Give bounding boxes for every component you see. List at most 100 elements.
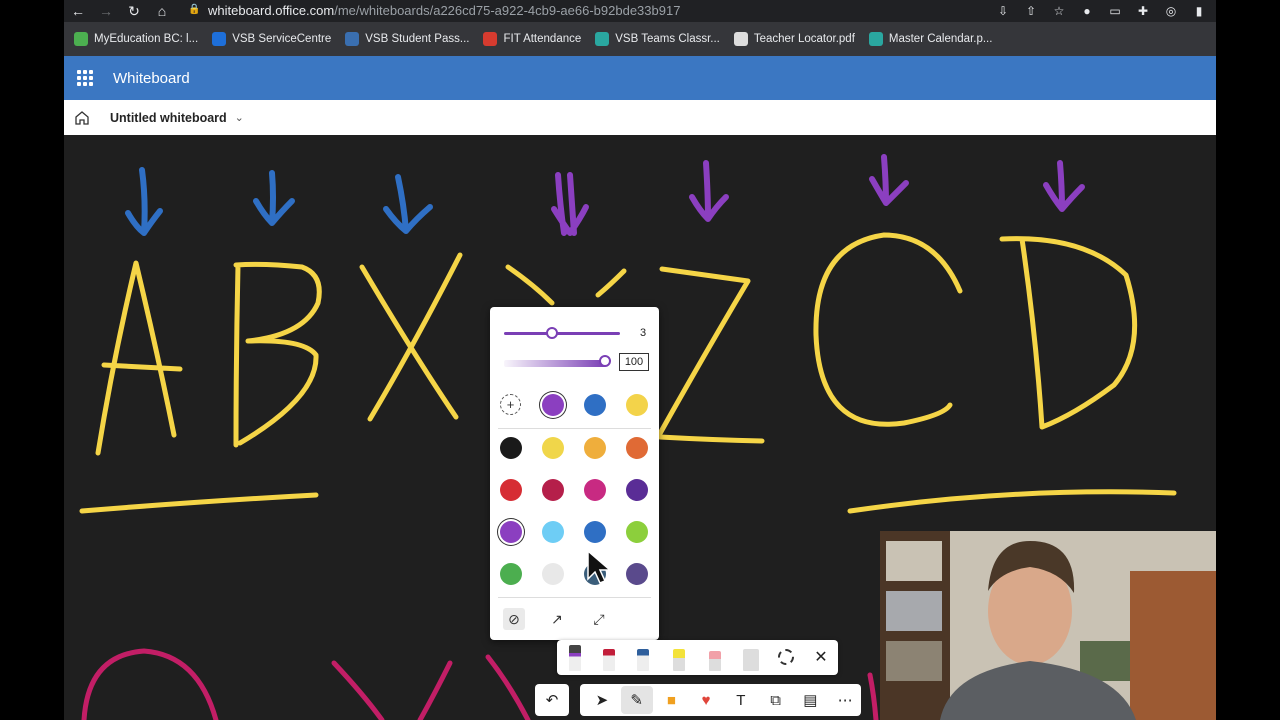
arrow-end-icon[interactable]: ↗	[546, 608, 568, 630]
home-icon[interactable]	[74, 110, 90, 126]
purple-arrows	[551, 154, 1085, 236]
no-arrow-icon[interactable]: ⊘	[503, 608, 525, 630]
document-title[interactable]: Untitled whiteboard	[110, 111, 227, 125]
bookmark-item[interactable]: VSB Teams Classr...	[595, 32, 720, 46]
mouse-cursor-icon	[587, 549, 612, 584]
palette-color-swatch[interactable]	[500, 437, 522, 459]
underline-left	[79, 492, 319, 514]
sidebar-icon[interactable]: ▮	[1188, 1, 1210, 21]
palette-color-swatch[interactable]	[584, 437, 606, 459]
ink-stroke	[125, 167, 163, 236]
install-icon[interactable]: ⇩	[992, 1, 1014, 21]
ink-stroke	[253, 170, 295, 226]
pen-size-slider-track[interactable]	[504, 332, 620, 335]
recent-color-swatch[interactable]	[584, 394, 606, 416]
select-icon[interactable]: ➤	[586, 686, 618, 714]
recent-color-swatch[interactable]	[626, 394, 648, 416]
ink-stroke	[869, 154, 909, 206]
app-launcher-icon[interactable]	[77, 70, 93, 86]
palette-color-swatch[interactable]	[500, 479, 522, 501]
opacity-slider-thumb[interactable]	[599, 355, 611, 367]
bookmark-favicon-icon	[212, 32, 227, 46]
bookmark-favicon-icon	[74, 32, 88, 46]
lasso-select-icon[interactable]	[778, 649, 794, 665]
text-icon[interactable]: T	[725, 686, 757, 714]
palette-color-swatch[interactable]	[584, 521, 606, 543]
palette-color-swatch[interactable]	[542, 479, 564, 501]
red-pen-icon[interactable]	[603, 649, 615, 671]
ink-settings-panel: 3 100 + ⊘ ↗ ⤢	[490, 307, 659, 640]
back-icon[interactable]: ←	[64, 0, 92, 22]
palette-color-swatch[interactable]	[626, 479, 648, 501]
palette-color-swatch[interactable]	[584, 479, 606, 501]
extensions-puzzle-icon[interactable]: ✚	[1132, 1, 1154, 21]
chevron-down-icon[interactable]: ⌄	[235, 111, 244, 124]
bookmark-item[interactable]: VSB Student Pass...	[345, 32, 469, 46]
templates-icon[interactable]: ▤	[795, 686, 827, 714]
palette-color-swatch[interactable]	[500, 563, 522, 585]
add-color-icon[interactable]: +	[500, 394, 521, 415]
webcam-image	[880, 531, 1216, 720]
extension-2-icon[interactable]: ▭	[1104, 1, 1126, 21]
sticky-note-icon[interactable]: ■	[656, 686, 688, 714]
address-bar[interactable]: 🔒 whiteboard.office.com/me/whiteboards/a…	[188, 0, 1088, 20]
palette-color-swatch[interactable]	[626, 437, 648, 459]
undo-icon[interactable]: ↶	[535, 684, 569, 716]
arrow-both-icon[interactable]: ⤢	[588, 608, 610, 630]
palette-color-swatch[interactable]	[542, 521, 564, 543]
shapes-icon[interactable]: ⧉	[760, 686, 792, 714]
reaction-icon[interactable]: ♥	[690, 686, 722, 714]
ink-stroke	[551, 172, 589, 236]
letterbox-left	[0, 0, 64, 720]
bookmark-item[interactable]: VSB ServiceCentre	[212, 32, 331, 46]
bookmark-label: FIT Attendance	[503, 33, 582, 45]
url-text: whiteboard.office.com/me/whiteboards/a22…	[208, 3, 680, 18]
palette-color-swatch[interactable]	[626, 563, 648, 585]
palette-color-swatch[interactable]	[542, 437, 564, 459]
bookmark-star-icon[interactable]: ☆	[1048, 1, 1070, 21]
share-icon[interactable]: ⇧	[1020, 1, 1042, 21]
pen-size-slider-thumb[interactable]	[546, 327, 558, 339]
home-icon[interactable]: ⌂	[148, 0, 176, 22]
app-name[interactable]: Whiteboard	[113, 70, 190, 87]
pen-tray: ✕	[557, 640, 838, 675]
more-icon[interactable]: ⋯	[829, 686, 861, 714]
bookmark-item[interactable]: FIT Attendance	[483, 32, 581, 46]
bookmark-favicon-icon	[345, 32, 360, 46]
recent-color-swatch[interactable]	[542, 394, 564, 416]
bookmarks-bar: MyEducation BC: l... VSB ServiceCentre VSB…	[64, 22, 1216, 56]
extension-3-icon[interactable]: ◎	[1160, 1, 1182, 21]
browser-actions: ⇩ ⇧ ☆ ● ▭ ✚ ◎ ▮	[992, 0, 1210, 22]
letter-Z	[655, 266, 765, 444]
ink-icon[interactable]: ✎	[620, 686, 653, 714]
bookmark-label: VSB ServiceCentre	[232, 33, 332, 45]
document-bar: Untitled whiteboard ⌄	[64, 100, 1216, 135]
letter-D	[999, 236, 1138, 430]
extension-icon[interactable]: ●	[1076, 1, 1098, 21]
highlighter-icon[interactable]	[673, 649, 685, 671]
palette-color-swatch[interactable]	[542, 563, 564, 585]
bookmark-favicon-icon	[595, 32, 610, 46]
reload-icon[interactable]: ↻	[120, 0, 148, 22]
bookmark-label: Master Calendar.p...	[888, 33, 993, 45]
bookmark-item[interactable]: Master Calendar.p...	[868, 32, 993, 46]
ink-stroke	[331, 660, 453, 720]
bookmark-label: MyEducation BC: l...	[94, 33, 199, 45]
browser-window: ← → ↻ ⌂ 🔒 whiteboard.office.com/me/white…	[64, 0, 1216, 720]
purple-pen-icon[interactable]	[569, 645, 581, 671]
ink-stroke	[867, 672, 879, 720]
ruler-icon[interactable]	[743, 649, 759, 671]
opacity-value[interactable]: 100	[619, 353, 649, 371]
ink-stroke	[689, 160, 729, 222]
bookmark-item[interactable]: Teacher Locator.pdf	[733, 32, 855, 46]
close-icon[interactable]: ✕	[812, 648, 830, 666]
opacity-slider-track[interactable]	[504, 360, 606, 367]
palette-color-swatch[interactable]	[626, 521, 648, 543]
eraser-icon[interactable]	[709, 651, 721, 671]
palette-color-swatch[interactable]	[500, 521, 522, 543]
ink-stroke	[485, 654, 531, 720]
blue-pen-icon[interactable]	[637, 649, 649, 671]
forward-icon[interactable]: →	[92, 0, 120, 22]
bookmark-item[interactable]: MyEducation BC: l...	[74, 32, 198, 46]
ink-stroke	[383, 174, 433, 234]
